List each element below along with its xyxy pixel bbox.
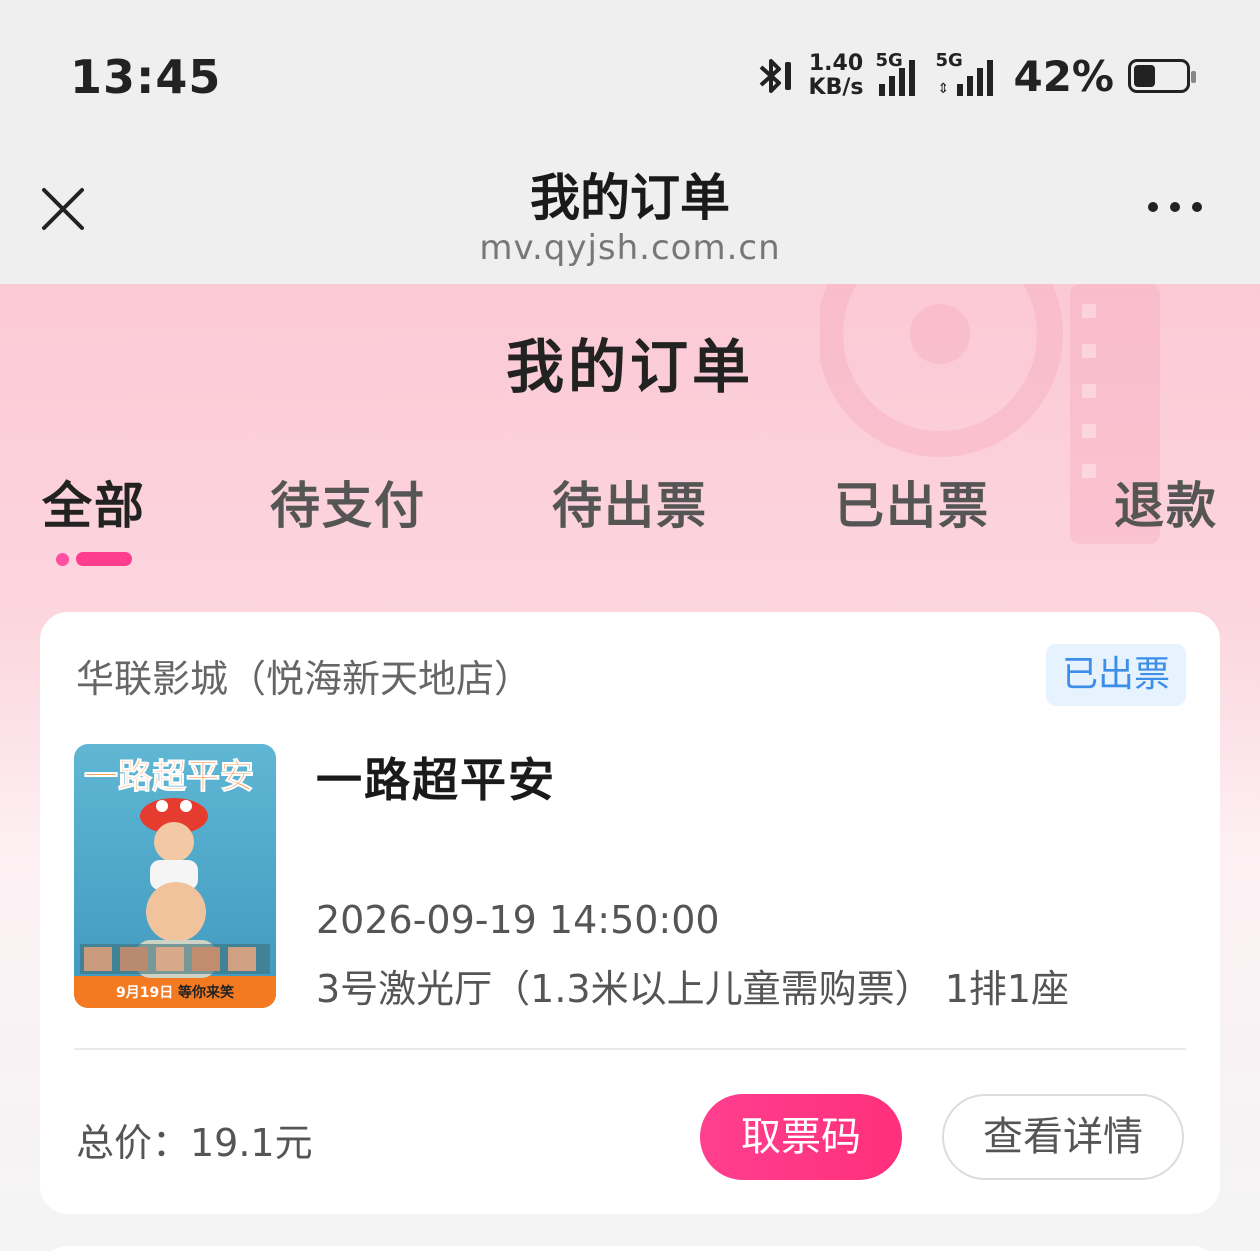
cinema-name: 华联影城（悦海新天地店） xyxy=(76,657,533,701)
status-bar: 13:45 1.40 KB/s 5G 5G ⇕ 42% xyxy=(0,0,1260,150)
ticket-code-button[interactable]: 取票码 xyxy=(700,1094,902,1180)
nav-url: mv.qyjsh.com.cn xyxy=(479,228,781,268)
nav-bar: 我的订单 mv.qyjsh.com.cn xyxy=(0,150,1260,284)
more-icon[interactable] xyxy=(1148,202,1202,212)
divider xyxy=(74,1048,1186,1050)
poster-title-art: 一路超平安 xyxy=(84,757,254,797)
signal-icon: 5G xyxy=(875,50,923,96)
order-tabs: 全部 待支付 待出票 已出票 退款 xyxy=(0,466,1260,536)
status-time: 13:45 xyxy=(70,50,222,104)
tab-all[interactable]: 全部 xyxy=(42,466,146,538)
battery-percent: 42% xyxy=(1013,51,1114,101)
tab-refund[interactable]: 退款 xyxy=(1114,466,1218,538)
order-card[interactable]: 华联影城（悦海新天地店） 已出票 一路超平安 9月19日 等你来笑 一路超平安 … xyxy=(40,612,1220,1214)
tab-pending-ticket[interactable]: 待出票 xyxy=(552,466,708,538)
hall-seat: 3号激光厅（1.3米以上儿童需购票） 1排1座 xyxy=(316,967,1070,1011)
orders-page: 我的订单 全部 待支付 待出票 已出票 退款 华联影城（悦海新天地店） 已出票 … xyxy=(0,284,1260,1251)
net-speed: 1.40 KB/s xyxy=(809,52,864,100)
total-price: 总价：19.1元 xyxy=(76,1121,313,1165)
net-speed-value: 1.40 xyxy=(808,51,864,76)
tab-ticketed[interactable]: 已出票 xyxy=(834,466,990,538)
sim2-label: 5G xyxy=(935,50,963,71)
signal-icon: 5G ⇕ xyxy=(935,50,999,97)
tab-active-indicator xyxy=(56,552,132,566)
bluetooth-icon xyxy=(759,59,791,93)
showtime: 2026-09-19 14:50:00 xyxy=(316,898,720,942)
poster-tagline: 等你来笑 xyxy=(178,984,234,1001)
battery-icon xyxy=(1128,59,1196,93)
nav-title: 我的订单 xyxy=(530,169,730,227)
movie-title: 一路超平安 xyxy=(316,753,556,807)
net-speed-unit: KB/s xyxy=(808,75,864,100)
page-title: 我的订单 xyxy=(505,333,754,401)
data-arrows-icon: ⇕ xyxy=(937,81,950,97)
poster-release-date: 9月19日 xyxy=(116,985,173,1001)
tab-pending-payment[interactable]: 待支付 xyxy=(270,466,426,538)
next-order-card[interactable] xyxy=(40,1246,1220,1251)
movie-poster: 一路超平安 9月19日 等你来笑 xyxy=(74,744,276,1008)
status-badge: 已出票 xyxy=(1045,644,1186,706)
view-details-button[interactable]: 查看详情 xyxy=(942,1094,1184,1180)
status-icons: 1.40 KB/s 5G 5G ⇕ 42% xyxy=(751,48,1196,104)
sim1-label: 5G xyxy=(875,50,903,71)
